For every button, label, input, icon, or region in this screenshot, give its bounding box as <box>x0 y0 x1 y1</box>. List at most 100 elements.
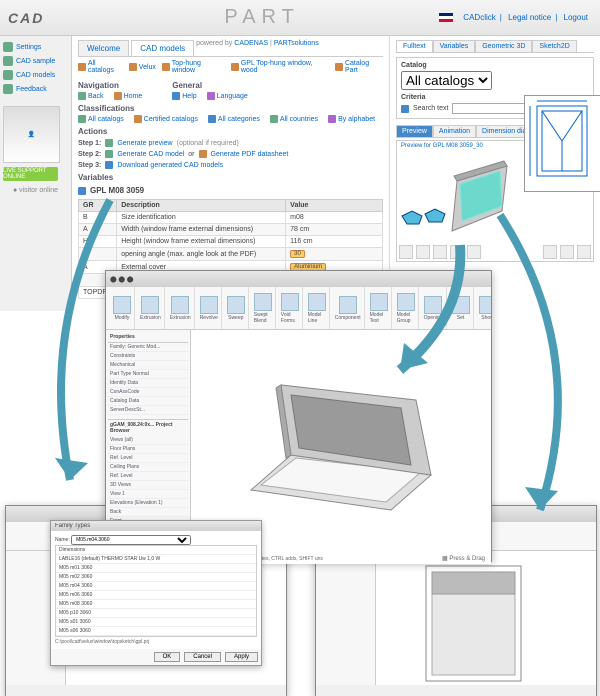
tab-welcome[interactable]: Welcome <box>78 40 129 56</box>
folder-icon <box>78 63 86 71</box>
help-button[interactable]: Help <box>172 92 196 100</box>
browser-row[interactable]: View 1 <box>108 490 188 499</box>
dialog-list[interactable]: DimensionsLABLE16 (default) THERMO STAR … <box>55 545 257 637</box>
cancel-button[interactable]: Cancel <box>184 652 221 662</box>
ribbon-icon <box>227 296 245 314</box>
ribbon-button[interactable]: Extrusion <box>167 287 195 329</box>
home-button[interactable]: Home <box>114 92 143 100</box>
dialog-list-item[interactable]: LABLE16 (default) THERMO STAR Uw 1,0 W <box>56 555 256 564</box>
dialog-list-item[interactable]: M05 m06 3060 <box>56 591 256 600</box>
dialog-list-item[interactable]: M05 m08 3060 <box>56 600 256 609</box>
canvas-br[interactable] <box>376 551 596 685</box>
download[interactable]: Download generated CAD models <box>117 162 223 169</box>
browser-row[interactable]: Elevations (Elevation 1) <box>108 499 188 508</box>
name-select[interactable]: M05.m04.3060 <box>71 535 191 545</box>
sidebar-item-settings[interactable]: Settings <box>3 40 68 54</box>
prop-row[interactable]: Constraints <box>108 352 188 361</box>
classif-cat[interactable]: All categories <box>208 115 260 123</box>
window-model-open <box>191 330 481 550</box>
browser-row[interactable]: Floor Plans <box>108 445 188 454</box>
sidebar: Settings CAD sample CAD models Feedback … <box>0 36 72 311</box>
catalog-select[interactable]: All catalogs <box>401 71 492 90</box>
ribbon-button[interactable]: Opening <box>421 287 447 329</box>
ribbon-button[interactable]: Extrusion <box>137 287 165 329</box>
rtab-sketch[interactable]: Sketch2D <box>532 40 576 52</box>
browser-row[interactable]: Ref. Level <box>108 472 188 481</box>
tb-more-icon[interactable] <box>467 245 481 259</box>
browser-row[interactable]: Ceiling Plans <box>108 463 188 472</box>
lang-button[interactable]: Language <box>207 92 248 100</box>
home-icon <box>114 92 122 100</box>
prop-row[interactable]: Family: Generic Mod... <box>108 343 188 352</box>
dialog-list-item[interactable]: M05 s06 3060 <box>56 627 256 636</box>
tb-home-icon[interactable] <box>543 245 557 259</box>
back-button[interactable]: Back <box>78 92 104 100</box>
tb-fit-icon[interactable] <box>450 245 464 259</box>
bc-gpl[interactable]: GPL Top-hung window, wood <box>231 60 329 74</box>
rtab-fulltext[interactable]: Fulltext <box>396 40 433 52</box>
tb-pan-icon[interactable] <box>416 245 430 259</box>
tb-magnify-icon[interactable] <box>560 245 574 259</box>
ptab-preview[interactable]: Preview <box>396 125 433 138</box>
ribbon-button[interactable]: Sweep <box>224 287 249 329</box>
prop-row[interactable]: Mechanical <box>108 361 188 370</box>
classif-all[interactable]: All catalogs <box>78 115 124 123</box>
ribbon-button[interactable]: Modify <box>110 287 135 329</box>
value-badge[interactable]: 30 <box>290 250 305 258</box>
online-badge[interactable]: LIVE SUPPORT ONLINE <box>3 167 58 181</box>
browser-row[interactable]: 3D Views <box>108 481 188 490</box>
tb-rotate-icon[interactable] <box>399 245 413 259</box>
gen-preview[interactable]: Generate preview <box>117 140 172 147</box>
link-legal[interactable]: Legal notice <box>508 13 551 22</box>
dialog-list-item[interactable]: M05 p10 3060 <box>56 609 256 618</box>
dialog-list-item[interactable]: M05 m01 3060 <box>56 564 256 573</box>
ribbon-button[interactable]: Set <box>449 287 474 329</box>
gen-cad[interactable]: Generate CAD model <box>117 151 184 158</box>
sidebar-item-sample[interactable]: CAD sample <box>3 54 68 68</box>
browser-row[interactable]: Views (all) <box>108 436 188 445</box>
bc-all[interactable]: All catalogs <box>78 60 123 74</box>
prop-row[interactable]: ServerDescSt... <box>108 406 188 415</box>
prop-row[interactable]: Catalog Data <box>108 397 188 406</box>
dialog-list-item[interactable]: M05 s08 3060 <box>56 636 256 637</box>
flag-icon[interactable] <box>439 13 453 22</box>
ribbon-button[interactable]: Component <box>332 287 365 329</box>
prop-row[interactable]: Identity Data <box>108 379 188 388</box>
prop-row[interactable]: ConAssCode <box>108 388 188 397</box>
sidebar-item-models[interactable]: CAD models <box>3 68 68 82</box>
dialog-list-item[interactable]: M05 m04 3060 <box>56 582 256 591</box>
classif-countries[interactable]: All countries <box>270 115 318 123</box>
classif-alpha[interactable]: By alphabet <box>328 115 375 123</box>
rtab-vars[interactable]: Variables <box>433 40 476 52</box>
ribbon-button[interactable]: Revolve <box>197 287 222 329</box>
ptab-anim[interactable]: Animation <box>433 125 476 138</box>
link-cadclick[interactable]: CADclick <box>463 13 495 22</box>
ribbon-button[interactable]: Model Line <box>305 287 330 329</box>
dialog-list-item[interactable]: M05 m02 3060 <box>56 573 256 582</box>
bc-velux[interactable]: Velux <box>129 60 156 74</box>
ribbon-button[interactable]: Show <box>476 287 491 329</box>
dialog-list-item[interactable]: M05 s01 3060 <box>56 618 256 627</box>
apply-button[interactable]: Apply <box>225 652 258 662</box>
dialog-list-item[interactable]: Dimensions <box>56 546 256 555</box>
ribbon-button[interactable]: Model Group <box>394 287 419 329</box>
classif-title: Classifications <box>78 104 383 113</box>
tab-models[interactable]: CAD models <box>131 40 194 56</box>
browser-row[interactable]: Back <box>108 508 188 517</box>
rtab-geo[interactable]: Geometric 3D <box>475 40 532 52</box>
ribbon-button[interactable]: Void Forms <box>278 287 303 329</box>
gen-pdf[interactable]: Generate PDF datasheet <box>211 151 289 158</box>
tb-print-icon[interactable] <box>577 245 591 259</box>
bc-part[interactable]: Catalog Part <box>335 60 383 74</box>
ribbon-button[interactable]: Swept Blend <box>251 287 276 329</box>
prop-row[interactable]: Part Type Normal <box>108 370 188 379</box>
link-logout[interactable]: Logout <box>564 13 588 22</box>
ribbon-button[interactable]: Model Text <box>367 287 392 329</box>
tb-zoom-icon[interactable] <box>433 245 447 259</box>
bc-tophung[interactable]: Top-hung window <box>162 60 225 74</box>
ok-button[interactable]: OK <box>154 652 181 662</box>
sidebar-item-feedback[interactable]: Feedback <box>3 82 68 96</box>
visitor-count: ● visitor online <box>3 187 68 194</box>
browser-row[interactable]: Ref. Level <box>108 454 188 463</box>
classif-cert[interactable]: Certified catalogs <box>134 115 198 123</box>
